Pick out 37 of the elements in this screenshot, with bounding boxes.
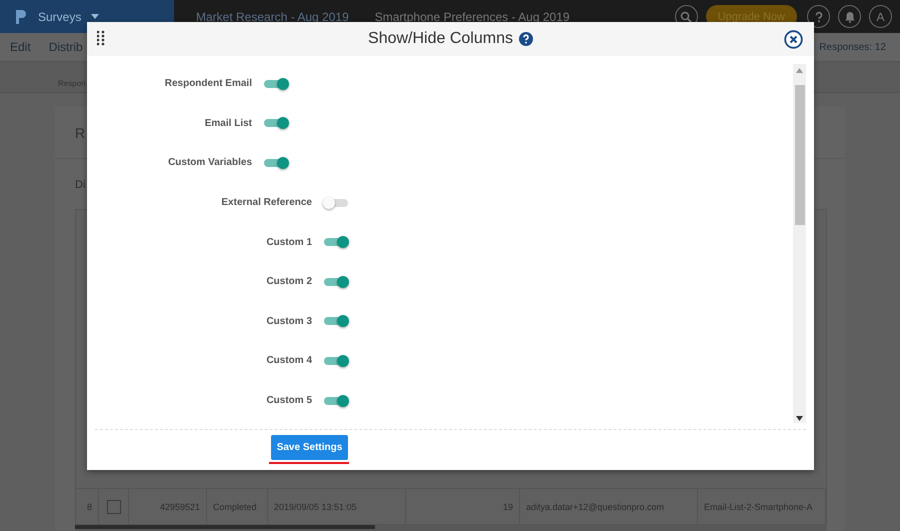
column-label: Custom 4 — [265, 354, 313, 368]
bell-button[interactable] — [838, 5, 861, 28]
column-toggle[interactable] — [263, 156, 289, 169]
scroll-down-icon[interactable] — [796, 416, 803, 421]
column-label: Email List — [204, 116, 253, 131]
close-icon[interactable] — [784, 30, 803, 49]
column-toggle[interactable] — [323, 315, 349, 328]
scrollbar[interactable] — [793, 64, 806, 423]
column-label: Custom Variables — [167, 156, 253, 170]
column-label: Custom 5 — [265, 394, 313, 408]
column-toggle[interactable] — [323, 196, 349, 209]
column-label: Custom 1 — [265, 236, 313, 250]
save-settings-button[interactable]: Save Settings — [271, 435, 348, 460]
logo-icon — [14, 8, 28, 24]
column-toggle[interactable] — [263, 117, 289, 130]
product-menu[interactable]: Surveys — [38, 10, 82, 24]
search-icon — [680, 10, 692, 22]
caret-icon[interactable] — [91, 14, 100, 19]
column-label: Custom 2 — [265, 275, 313, 290]
column-toggle[interactable] — [263, 78, 289, 90]
column-toggle[interactable] — [323, 236, 349, 248]
drag-handle-icon[interactable] — [97, 30, 105, 46]
column-toggle[interactable] — [323, 354, 349, 367]
menu-item[interactable]: Distrib — [48, 40, 83, 54]
responses-count: Responses: 12 — [819, 42, 886, 52]
dialog-title: Show/Hide Columns — [368, 30, 513, 48]
column-label: Custom 3 — [265, 314, 313, 329]
scroll-up-icon[interactable] — [796, 68, 803, 73]
avatar-button[interactable]: A — [869, 5, 892, 28]
menu-item[interactable]: Edit — [10, 40, 31, 54]
row-checkbox[interactable] — [106, 500, 120, 514]
help-icon[interactable] — [518, 32, 533, 46]
bell-icon — [844, 10, 856, 22]
column-label: External Reference — [220, 196, 313, 210]
column-toggle[interactable] — [323, 394, 349, 407]
column-label: Respondent Email — [164, 77, 253, 92]
column-toggle[interactable] — [323, 276, 349, 288]
